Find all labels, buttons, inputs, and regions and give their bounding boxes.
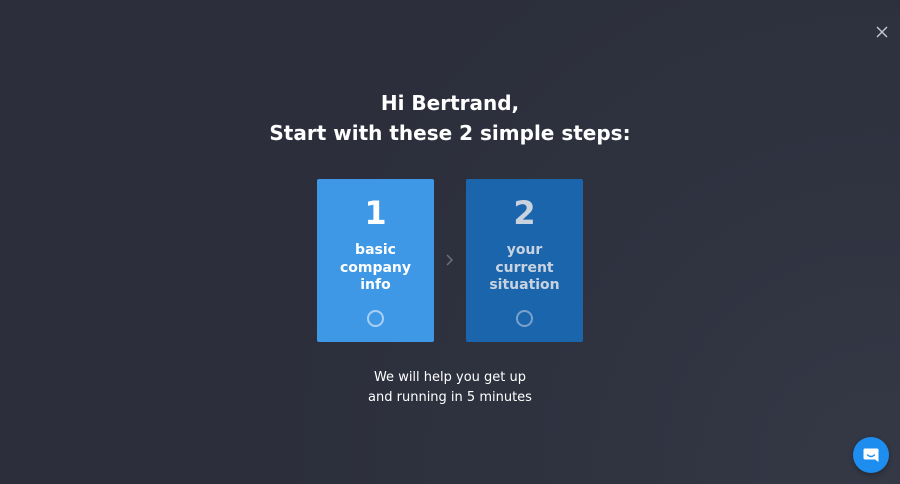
step-label-line: info bbox=[360, 277, 391, 293]
step-card-1[interactable]: 1 basic company info bbox=[317, 179, 434, 342]
step-label: your current situation bbox=[466, 242, 583, 295]
helper-text: We will help you get up and running in 5… bbox=[0, 368, 900, 408]
step-label: basic company info bbox=[317, 242, 434, 295]
step-label-line: situation bbox=[489, 277, 560, 293]
chat-button[interactable] bbox=[853, 437, 889, 473]
page-title: Hi Bertrand, Start with these 2 simple s… bbox=[0, 88, 900, 148]
step-status-circle-icon[interactable] bbox=[367, 310, 384, 327]
helper-text-line: and running in 5 minutes bbox=[368, 390, 532, 405]
chat-bubble-icon bbox=[863, 448, 879, 462]
subtitle-text: Start with these 2 simple steps: bbox=[269, 121, 631, 145]
step-number: 2 bbox=[513, 194, 536, 232]
step-card-2[interactable]: 2 your current situation bbox=[466, 179, 583, 342]
step-label-line: basic bbox=[355, 242, 396, 258]
step-label-line: current bbox=[495, 259, 554, 276]
close-button[interactable] bbox=[872, 22, 892, 42]
helper-text-line: We will help you get up bbox=[373, 370, 527, 385]
greeting-text: Hi Bertrand, bbox=[380, 91, 520, 115]
step-status-circle-icon[interactable] bbox=[516, 310, 533, 327]
step-label-line: company bbox=[339, 259, 412, 276]
onboarding-screen: Hi Bertrand, Start with these 2 simple s… bbox=[0, 0, 900, 484]
close-icon bbox=[876, 26, 888, 38]
chevron-right-icon bbox=[446, 254, 454, 266]
step-number: 1 bbox=[364, 194, 387, 232]
step-label-line: your bbox=[506, 242, 543, 258]
